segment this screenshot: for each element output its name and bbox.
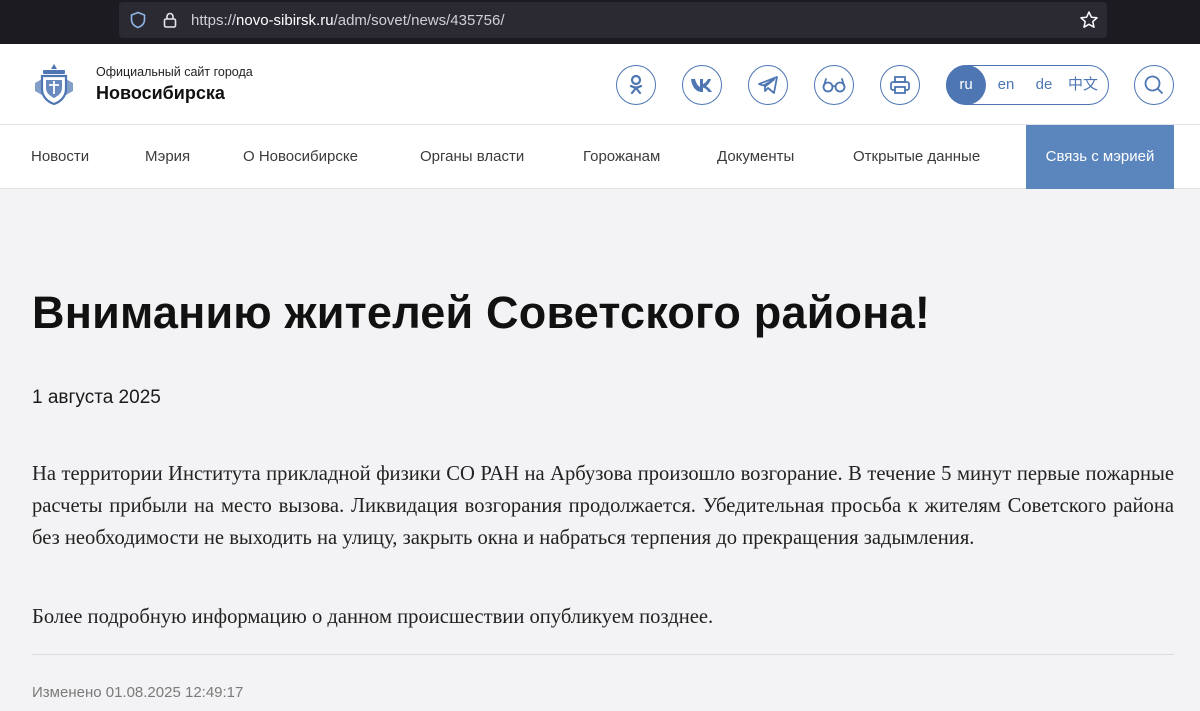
- browser-toolbar: https://novo-sibirsk.ru/adm/sovet/news/4…: [0, 0, 1200, 44]
- article-date: 1 августа 2025: [32, 387, 161, 408]
- nav-item-mayoralty[interactable]: Мэрия: [145, 125, 190, 189]
- search-button[interactable]: [1134, 65, 1174, 105]
- shield-icon[interactable]: [129, 11, 147, 29]
- language-switcher: ru en de 中文: [946, 65, 1109, 105]
- print-button[interactable]: [880, 65, 920, 105]
- site-header: Официальный сайт города Новосибирска ru …: [0, 44, 1200, 125]
- modified-timestamp: Изменено 01.08.2025 12:49:17: [32, 684, 244, 701]
- contact-mayoralty-button[interactable]: Связь с мэрией: [1026, 125, 1174, 189]
- nav-item-open-data[interactable]: Открытые данные: [853, 125, 980, 189]
- nav-item-about-city[interactable]: О Новосибирске: [243, 125, 358, 189]
- nav-item-documents[interactable]: Документы: [717, 125, 794, 189]
- search-icon: [1144, 75, 1163, 94]
- url-text[interactable]: https://novo-sibirsk.ru/adm/sovet/news/4…: [191, 12, 505, 29]
- address-bar[interactable]: https://novo-sibirsk.ru/adm/sovet/news/4…: [119, 2, 1107, 38]
- odnoklassniki-button[interactable]: [616, 65, 656, 105]
- star-icon[interactable]: [1079, 10, 1099, 30]
- odnoklassniki-icon: [629, 74, 643, 95]
- telegram-icon: [758, 76, 778, 94]
- vk-icon: [691, 79, 712, 92]
- print-icon: [890, 76, 910, 94]
- lang-de[interactable]: de: [1031, 66, 1057, 103]
- lang-zh[interactable]: 中文: [1065, 66, 1101, 103]
- accessibility-button[interactable]: [814, 65, 854, 105]
- lang-en[interactable]: en: [993, 66, 1019, 103]
- lock-icon[interactable]: [161, 11, 179, 29]
- nav-item-authorities[interactable]: Органы власти: [420, 125, 524, 189]
- telegram-button[interactable]: [748, 65, 788, 105]
- site-city-name[interactable]: Новосибирска: [96, 83, 225, 104]
- accessibility-glasses-icon: [822, 78, 846, 93]
- site-subtitle: Официальный сайт города: [96, 65, 253, 79]
- lang-ru[interactable]: ru: [946, 65, 986, 105]
- page-title: Вниманию жителей Советского района!: [32, 287, 931, 338]
- vk-button[interactable]: [682, 65, 722, 105]
- nav-item-news[interactable]: Новости: [31, 125, 89, 189]
- article-paragraph-1: На территории Института прикладной физик…: [32, 463, 1174, 549]
- nav-item-citizens[interactable]: Горожанам: [583, 125, 660, 189]
- divider: [32, 654, 1174, 655]
- article-paragraph-2: Более подробную информацию о данном прои…: [32, 606, 714, 628]
- city-logo[interactable]: [31, 61, 77, 107]
- main-nav: Новости Мэрия О Новосибирске Органы влас…: [0, 125, 1200, 189]
